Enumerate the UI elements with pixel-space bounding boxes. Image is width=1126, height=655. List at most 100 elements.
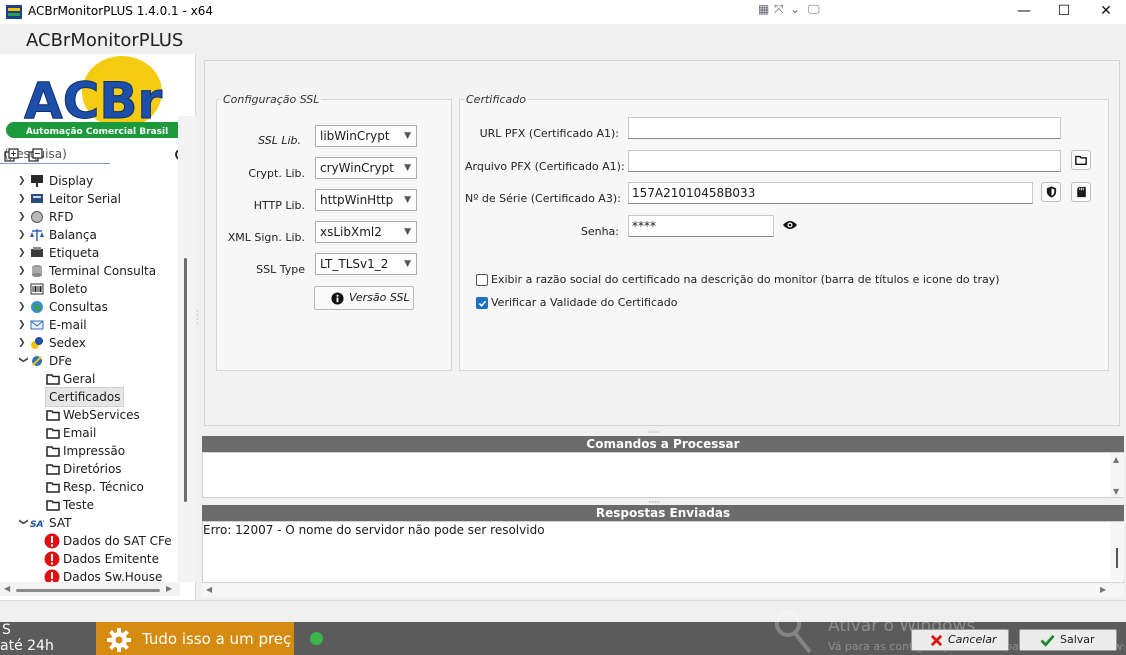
error-icon	[44, 533, 60, 549]
respostas-area[interactable]: Erro: 12007 - O nome do servidor não pod…	[202, 521, 1124, 583]
folder-icon	[46, 446, 60, 457]
window-title: ACBrMonitorPLUS 1.4.0.1 - x64	[28, 4, 214, 18]
respostas-scroll-thumb[interactable]	[1116, 548, 1118, 568]
crypt-lib-label: Crypt. Lib.	[248, 167, 305, 180]
chevron-right-icon[interactable]: ❯	[18, 244, 28, 262]
config-panel: Configuração SSL SSL Lib. libWinCrypt ▼ …	[204, 60, 1120, 426]
folder-icon	[46, 410, 60, 421]
serial-reader-icon	[31, 194, 43, 203]
chevron-right-icon[interactable]: ❯	[18, 262, 28, 280]
cancel-button[interactable]: Cancelar	[911, 629, 1009, 651]
chevron-down-icon: ▼	[404, 195, 411, 205]
acbr-logo: ACBr Automação Comercial Brasil	[6, 56, 188, 138]
arquivo-pfx-input[interactable]	[628, 150, 1061, 172]
browse-file-button[interactable]	[1071, 150, 1091, 170]
chevron-down-icon[interactable]: ⌄	[790, 2, 800, 16]
chevron-down-icon: ▼	[404, 259, 411, 269]
chevron-right-icon[interactable]: ❯	[18, 190, 28, 208]
xml-sign-lib-select[interactable]: xsLibXml2 ▼	[315, 221, 417, 243]
close-button[interactable]: ✕	[1083, 0, 1126, 24]
collapse-all-icon[interactable]	[28, 148, 44, 164]
crypt-lib-select[interactable]: cryWinCrypt ▼	[315, 157, 417, 179]
chevron-right-icon[interactable]: ❯	[18, 172, 28, 190]
title-bar: ACBrMonitorPLUS 1.4.0.1 - x64 ▦ ⤧ ⌄ 🖵 — …	[0, 0, 1126, 24]
sedex-icon	[31, 337, 43, 349]
taskbar-left-line2: até 24h	[0, 638, 54, 654]
folder-icon	[46, 464, 60, 475]
scroll-up-icon[interactable]: ▲	[1113, 455, 1119, 464]
error-icon	[44, 551, 60, 567]
folder-icon	[1075, 155, 1087, 165]
scroll-right-icon[interactable]: ▶	[1100, 585, 1106, 594]
ssl-lib-select[interactable]: libWinCrypt ▼	[315, 125, 417, 147]
expand-all-icon[interactable]	[4, 148, 20, 164]
rfd-icon	[31, 211, 43, 223]
scroll-down-icon[interactable]: ▼	[1113, 487, 1119, 496]
numero-serie-label: Nº de Série (Certificado A3):	[465, 192, 621, 205]
checkmark-icon	[1040, 634, 1055, 647]
http-lib-select[interactable]: httpWinHttp ▼	[315, 189, 417, 211]
versao-ssl-button[interactable]: Versão SSL	[314, 286, 414, 310]
comandos-scrollbar[interactable]: ▲ ▼	[1110, 453, 1124, 497]
certificate-legend: Certificado	[466, 93, 526, 106]
respostas-scrollbar[interactable]	[1110, 522, 1124, 580]
chevron-right-icon[interactable]: ❯	[18, 226, 28, 244]
app-name: ACBrMonitorPLUS	[26, 30, 184, 51]
sd-card-icon	[1077, 186, 1086, 198]
comandos-area[interactable]	[202, 452, 1124, 498]
chevron-right-icon[interactable]: ❯	[18, 298, 28, 316]
resize-icon[interactable]: ⤧	[774, 2, 784, 17]
app-icon	[6, 5, 22, 19]
scale-icon	[30, 229, 44, 241]
exibir-razao-checkbox[interactable]	[476, 274, 488, 286]
respostas-hscrollbar[interactable]: ◀ ▶	[202, 583, 1124, 597]
folder-icon	[46, 374, 60, 385]
senha-input[interactable]: ****	[628, 215, 774, 237]
checkmark-icon	[478, 300, 487, 307]
url-pfx-input[interactable]	[628, 117, 1061, 139]
select-certificate-button[interactable]	[1041, 182, 1061, 202]
taskbar-left-line1: S	[2, 622, 11, 638]
scroll-left-icon[interactable]: ◀	[206, 585, 212, 594]
exibir-razao-label: Exibir a razão social do certificado na …	[491, 273, 1000, 286]
gear-icon	[107, 628, 131, 652]
chevron-right-icon[interactable]: ❯	[18, 334, 28, 352]
vertical-splitter[interactable]: · · · ·	[196, 308, 200, 334]
chevron-right-icon[interactable]: ❯	[18, 208, 28, 226]
config-tree: ❯ Display ❯ Leitor Serial ❯ RFD ❯ Balanç…	[0, 170, 180, 582]
scroll-right-icon[interactable]: ▶	[166, 584, 172, 593]
tree-vertical-scrollbar[interactable]	[178, 116, 196, 582]
folder-icon	[46, 482, 60, 493]
verificar-validade-checkbox[interactable]	[476, 297, 488, 309]
eye-icon[interactable]	[782, 219, 798, 231]
numero-serie-input[interactable]: 157A21010458B033	[628, 182, 1033, 204]
card-reader-button[interactable]	[1071, 182, 1091, 202]
ssl-type-select[interactable]: LT_TLSv1_2 ▼	[315, 253, 417, 275]
chevron-right-icon[interactable]: ❯	[18, 280, 28, 298]
arquivo-pfx-label: Arquivo PFX (Certificado A1):	[465, 160, 625, 173]
globe-icon	[31, 301, 43, 313]
tree-hscroll-thumb[interactable]	[16, 589, 160, 592]
online-status-icon	[310, 632, 323, 645]
chevron-right-icon[interactable]: ❯	[18, 316, 28, 334]
notification-banner[interactable]: Tudo isso a um preço	[96, 622, 294, 655]
maximize-button[interactable]: ☐	[1041, 0, 1087, 24]
senha-label: Senha:	[580, 225, 619, 238]
error-icon	[44, 569, 60, 582]
tree-scroll-thumb[interactable]	[184, 258, 187, 502]
respostas-title: Respostas Enviadas	[202, 505, 1124, 521]
remote-desktop-icon[interactable]: 🖵	[808, 2, 820, 17]
save-button[interactable]: Salvar	[1019, 629, 1117, 651]
left-panel: ACBr Automação Comercial Brasil ❯ Displa…	[0, 54, 196, 600]
scroll-left-icon[interactable]: ◀	[4, 584, 10, 593]
chevron-down-icon: ▼	[404, 163, 411, 173]
grid-icon[interactable]: ▦	[758, 2, 769, 16]
dfe-icon	[32, 356, 42, 366]
sat-icon: SAT	[30, 520, 44, 530]
http-lib-label: HTTP Lib.	[253, 199, 305, 212]
key-watermark-icon	[775, 611, 812, 654]
comandos-title: Comandos a Processar	[202, 436, 1124, 452]
notification-text: Tudo isso a um preço	[142, 630, 292, 648]
ssl-type-label: SSL Type	[256, 263, 305, 276]
display-icon	[31, 175, 43, 187]
